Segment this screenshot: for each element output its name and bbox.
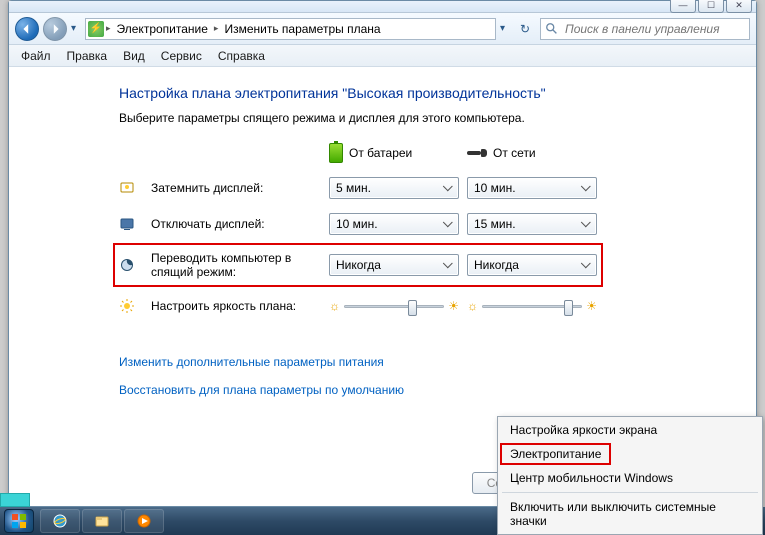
dim-display-icon bbox=[119, 180, 135, 196]
link-advanced-settings[interactable]: Изменить дополнительные параметры питани… bbox=[119, 355, 706, 369]
taskbar-preview-thumb[interactable] bbox=[0, 493, 30, 507]
page-title: Настройка плана электропитания "Высокая … bbox=[119, 85, 706, 101]
page-subtitle: Выберите параметры спящего режима и дисп… bbox=[119, 111, 706, 125]
maximize-button[interactable]: ☐ bbox=[698, 0, 724, 13]
back-button[interactable] bbox=[15, 17, 39, 41]
menu-view[interactable]: Вид bbox=[115, 47, 153, 65]
ctx-brightness[interactable]: Настройка яркости экрана bbox=[500, 419, 760, 441]
sleep-battery-value: Никогда bbox=[336, 258, 381, 272]
off-battery-dropdown[interactable]: 10 мин. bbox=[329, 213, 459, 235]
sleep-icon bbox=[119, 257, 135, 273]
menu-file[interactable]: Файл bbox=[13, 47, 59, 65]
off-ac-dropdown[interactable]: 15 мин. bbox=[467, 213, 597, 235]
links-section: Изменить дополнительные параметры питани… bbox=[119, 355, 706, 397]
chevron-down-icon bbox=[443, 181, 453, 191]
ctx-toggle-icons[interactable]: Включить или выключить системные значки bbox=[500, 496, 760, 532]
settings-grid: От батареи От сети Затемнить дисплей: 5 … bbox=[119, 143, 706, 317]
chevron-down-icon bbox=[443, 217, 453, 227]
sun-small-icon: ☼ bbox=[467, 299, 478, 313]
breadcrumb-power[interactable]: Электропитание bbox=[113, 22, 212, 36]
tray-context-menu: Настройка яркости экрана Электропитание … bbox=[497, 416, 763, 535]
sleep-battery-dropdown[interactable]: Никогда bbox=[329, 254, 459, 276]
chevron-down-icon bbox=[443, 258, 453, 268]
refresh-button[interactable]: ↻ bbox=[514, 22, 536, 36]
menu-bar: Файл Правка Вид Сервис Справка bbox=[9, 45, 756, 67]
start-button[interactable] bbox=[4, 509, 34, 533]
breadcrumb-sep: ▸ bbox=[214, 23, 219, 34]
battery-icon bbox=[329, 143, 343, 163]
brightness-battery-slider[interactable]: ☼ ☀ bbox=[329, 295, 459, 317]
menu-edit[interactable]: Правка bbox=[59, 47, 116, 65]
chevron-down-icon bbox=[581, 181, 591, 191]
dim-ac-value: 10 мин. bbox=[474, 181, 516, 195]
brightness-icon bbox=[119, 298, 135, 314]
row-brightness-label: Настроить яркость плана: bbox=[151, 299, 321, 313]
column-battery: От батареи bbox=[329, 143, 459, 163]
plug-icon bbox=[467, 148, 487, 158]
column-battery-label: От батареи bbox=[349, 146, 412, 160]
sun-large-icon: ☀ bbox=[448, 299, 459, 313]
titlebar: — ☐ ✕ bbox=[9, 1, 756, 13]
breadcrumb-sep: ▸ bbox=[106, 23, 111, 34]
nav-history-dropdown[interactable]: ▾ bbox=[71, 23, 81, 34]
off-ac-value: 15 мин. bbox=[474, 217, 516, 231]
pinned-media[interactable] bbox=[124, 509, 164, 533]
power-options-icon: ⚡ bbox=[88, 21, 104, 37]
pinned-ie[interactable] bbox=[40, 509, 80, 533]
close-button[interactable]: ✕ bbox=[726, 0, 752, 13]
sun-large-icon: ☀ bbox=[586, 299, 597, 313]
brightness-ac-slider[interactable]: ☼ ☀ bbox=[467, 295, 597, 317]
minimize-button[interactable]: — bbox=[670, 0, 696, 13]
row-off-label: Отключать дисплей: bbox=[151, 217, 321, 231]
ctx-separator bbox=[502, 492, 758, 493]
ctx-power-options[interactable]: Электропитание bbox=[500, 443, 611, 465]
sleep-ac-dropdown[interactable]: Никогда bbox=[467, 254, 597, 276]
address-bar[interactable]: ⚡ ▸ Электропитание ▸ Изменить параметры … bbox=[85, 18, 496, 40]
breadcrumb-edit-plan[interactable]: Изменить параметры плана bbox=[220, 22, 384, 36]
row-dim-label: Затемнить дисплей: bbox=[151, 181, 321, 195]
menu-service[interactable]: Сервис bbox=[153, 47, 210, 65]
sleep-ac-value: Никогда bbox=[474, 258, 519, 272]
pinned-apps bbox=[40, 509, 164, 533]
menu-help[interactable]: Справка bbox=[210, 47, 273, 65]
search-input[interactable] bbox=[563, 21, 745, 37]
ctx-mobility-center[interactable]: Центр мобильности Windows bbox=[500, 467, 760, 489]
search-icon bbox=[545, 22, 559, 36]
search-box[interactable] bbox=[540, 18, 750, 40]
forward-button[interactable] bbox=[43, 17, 67, 41]
address-dropdown[interactable]: ▾ bbox=[500, 23, 510, 34]
link-restore-defaults[interactable]: Восстановить для плана параметры по умол… bbox=[119, 383, 706, 397]
dim-ac-dropdown[interactable]: 10 мин. bbox=[467, 177, 597, 199]
dim-battery-value: 5 мин. bbox=[336, 181, 371, 195]
off-battery-value: 10 мин. bbox=[336, 217, 378, 231]
sleep-row-highlight: Переводить компьютер в спящий режим: Ник… bbox=[113, 243, 603, 287]
column-ac: От сети bbox=[467, 146, 597, 160]
chevron-down-icon bbox=[581, 258, 591, 268]
nav-toolbar: ▾ ⚡ ▸ Электропитание ▸ Изменить параметр… bbox=[9, 13, 756, 45]
turn-off-display-icon bbox=[119, 216, 135, 232]
pinned-explorer[interactable] bbox=[82, 509, 122, 533]
column-ac-label: От сети bbox=[493, 146, 536, 160]
sun-small-icon: ☼ bbox=[329, 299, 340, 313]
chevron-down-icon bbox=[581, 217, 591, 227]
dim-battery-dropdown[interactable]: 5 мин. bbox=[329, 177, 459, 199]
row-sleep-label: Переводить компьютер в спящий режим: bbox=[151, 251, 321, 279]
